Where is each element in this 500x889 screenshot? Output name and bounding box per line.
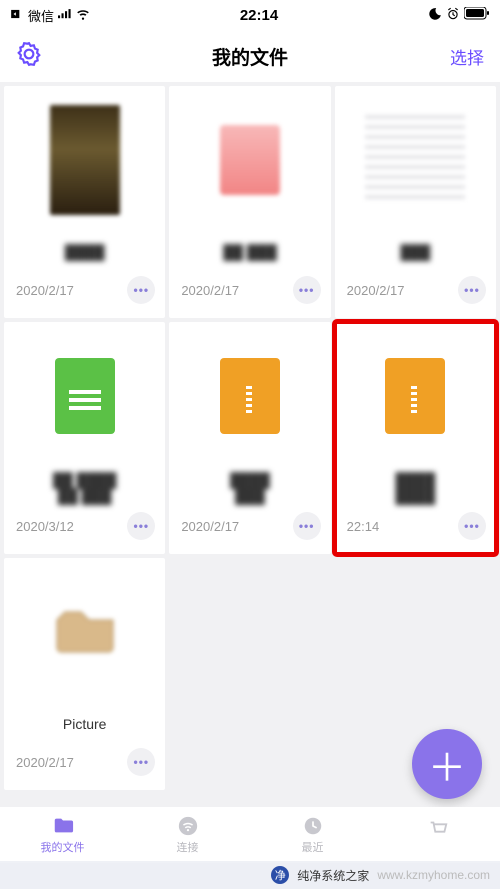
nav-bar: 我的文件 选择 <box>0 30 500 82</box>
select-button[interactable]: 选择 <box>424 44 484 69</box>
tab-label: 我的文件 <box>41 839 85 855</box>
tab-my-files[interactable]: 我的文件 <box>0 807 125 863</box>
file-card[interactable]: ██ ███ 2020/2/17 ••• <box>169 86 330 318</box>
file-card[interactable]: ███████ 2020/2/17 ••• <box>169 322 330 554</box>
back-icon <box>10 7 24 24</box>
watermark-url: www.kzmyhome.com <box>377 868 490 882</box>
file-card[interactable]: ███ 2020/2/17 ••• <box>335 86 496 318</box>
plus-icon: ＋ <box>428 737 466 792</box>
file-card[interactable]: ██ ██████ ███ 2020/3/12 ••• <box>4 322 165 554</box>
file-date: 2020/2/17 <box>347 283 405 298</box>
watermark-text: 纯净系统之家 <box>297 867 369 884</box>
file-thumbnail <box>335 86 496 234</box>
add-button[interactable]: ＋ <box>412 729 482 799</box>
folder-thumbnail <box>4 558 165 706</box>
folder-icon <box>50 815 76 837</box>
tab-four[interactable] <box>375 807 500 863</box>
alarm-icon <box>446 7 460 24</box>
file-date: 2020/2/17 <box>16 755 74 770</box>
file-thumbnail <box>169 86 330 234</box>
status-left: 微信 <box>10 6 90 25</box>
more-button[interactable]: ••• <box>458 512 486 540</box>
more-button[interactable]: ••• <box>293 276 321 304</box>
carrier-label: 微信 <box>28 6 54 25</box>
file-name: ██ ███ <box>169 234 330 270</box>
tab-label: 最近 <box>302 839 324 855</box>
status-bar: 微信 22:14 <box>0 0 500 30</box>
file-date: 2020/3/12 <box>16 519 74 534</box>
status-time: 22:14 <box>90 7 428 24</box>
file-name: ██ ██████ ███ <box>4 470 165 506</box>
tab-label: 连接 <box>177 839 199 855</box>
more-button[interactable]: ••• <box>127 748 155 776</box>
tab-recent[interactable]: 最近 <box>250 807 375 863</box>
more-button[interactable]: ••• <box>127 276 155 304</box>
file-card-highlighted[interactable]: ████████ 22:14 ••• <box>335 322 496 554</box>
file-date: 2020/2/17 <box>181 283 239 298</box>
clock-icon <box>300 815 326 837</box>
wifi-icon <box>175 815 201 837</box>
file-name: ███ <box>335 234 496 270</box>
signal-icon <box>58 7 72 24</box>
watermark: 净 纯净系统之家 www.kzmyhome.com <box>0 861 500 889</box>
file-thumbnail <box>4 86 165 234</box>
tab-connect[interactable]: 连接 <box>125 807 250 863</box>
file-card[interactable]: Picture 2020/2/17 ••• <box>4 558 165 790</box>
file-date: 22:14 <box>347 519 380 534</box>
file-name: Picture <box>4 706 165 742</box>
file-date: 2020/2/17 <box>181 519 239 534</box>
file-thumbnail <box>335 322 496 470</box>
cart-icon <box>425 817 451 839</box>
page-title: 我的文件 <box>76 43 424 70</box>
wifi-icon <box>76 7 90 24</box>
file-thumbnail <box>169 322 330 470</box>
tab-bar: 我的文件 连接 最近 <box>0 807 500 863</box>
file-name: ████ <box>4 234 165 270</box>
more-button[interactable]: ••• <box>293 512 321 540</box>
file-card[interactable]: ████ 2020/2/17 ••• <box>4 86 165 318</box>
watermark-logo-icon: 净 <box>271 866 289 884</box>
moon-icon <box>428 7 442 24</box>
battery-icon <box>464 7 490 23</box>
status-right <box>428 7 490 24</box>
file-grid: ████ 2020/2/17 ••• ██ ███ 2020/2/17 ••• ██… <box>0 82 500 794</box>
tab-label <box>436 841 439 853</box>
more-button[interactable]: ••• <box>458 276 486 304</box>
file-date: 2020/2/17 <box>16 283 74 298</box>
settings-button[interactable] <box>16 41 76 72</box>
file-name: ███████ <box>169 470 330 506</box>
file-thumbnail <box>4 322 165 470</box>
file-name: ████████ <box>335 470 496 506</box>
more-button[interactable]: ••• <box>127 512 155 540</box>
